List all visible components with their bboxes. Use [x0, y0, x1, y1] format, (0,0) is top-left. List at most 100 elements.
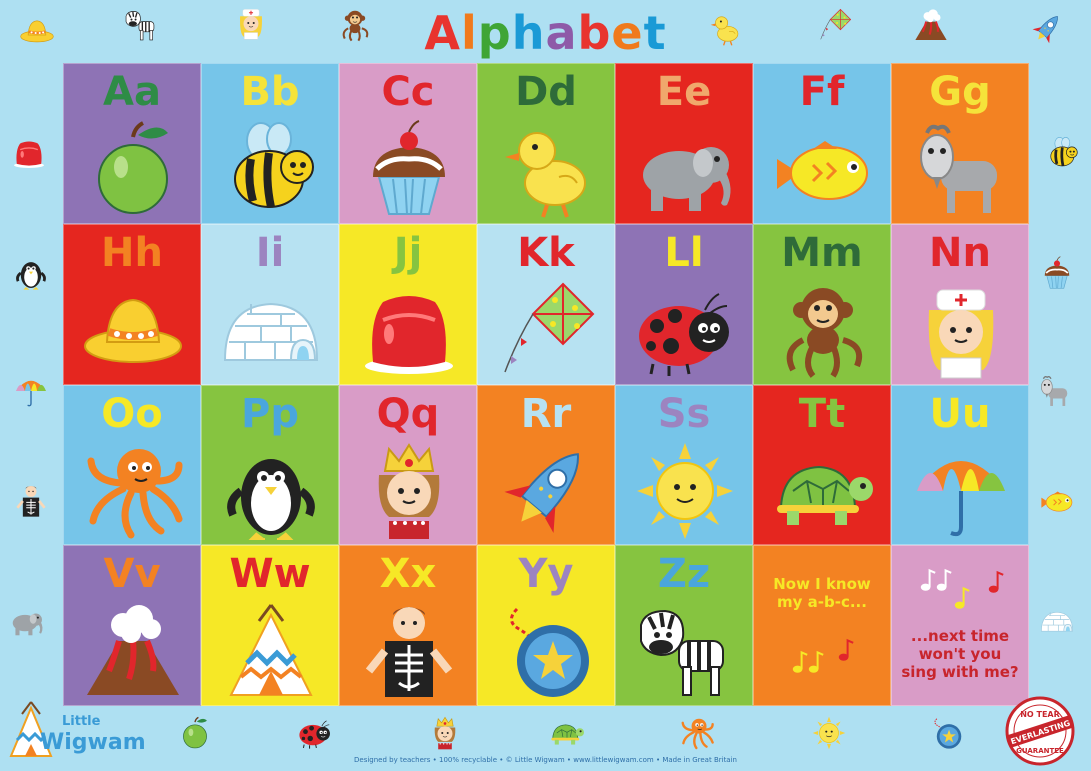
letter-label: Dd [515, 69, 577, 115]
wigwam-icon [221, 601, 321, 701]
letter-label: Rr [520, 390, 572, 437]
jelly-icon [12, 136, 46, 170]
letter-card-j: Jj [339, 223, 477, 385]
letter-card-b: Bb [201, 63, 339, 224]
letter-label: Ww [229, 551, 311, 598]
music-note-icon [954, 586, 970, 614]
bee-icon [221, 119, 321, 219]
letter-card-s: Ss [615, 384, 753, 546]
umbrella-icon [911, 441, 1011, 541]
umbrella-icon [14, 374, 48, 408]
yoyo-icon [930, 716, 964, 750]
title-letter: a [545, 6, 578, 60]
letter-label: Yy [518, 551, 574, 598]
elephant-icon [10, 604, 44, 638]
music-note-icon [920, 568, 952, 596]
title-letter: b [577, 6, 612, 60]
letter-label: Mm [781, 229, 863, 276]
duck-icon [708, 12, 742, 46]
letter-card-r: Rr [477, 384, 615, 546]
turtle-icon [550, 716, 584, 750]
letter-label: Vv [103, 551, 161, 598]
monkey-icon [338, 8, 372, 42]
letter-card-e: Ee [615, 63, 753, 224]
letter-label: Pp [241, 390, 299, 437]
letter-label: Xx [379, 551, 437, 598]
title-letter: p [477, 6, 512, 60]
music-note-icon [792, 650, 824, 678]
letter-card-f: Ff [753, 63, 891, 224]
letter-label: Cc [381, 69, 435, 115]
penguin-icon [14, 256, 48, 290]
letter-label: Kk [517, 229, 575, 276]
logo-line-2: Wigwam [40, 730, 146, 755]
x-ray-icon [359, 601, 459, 701]
letter-label: Uu [929, 390, 991, 437]
letter-card-v: Vv [63, 545, 201, 706]
octopus-icon [83, 441, 183, 541]
kite-icon [818, 8, 852, 42]
letter-card-h: Hh [63, 223, 201, 385]
title-letter: e [611, 6, 644, 60]
letter-label: Bb [240, 69, 300, 115]
cupcake-icon [1040, 256, 1074, 290]
song-line: ...next time [910, 627, 1010, 646]
ladybird-icon [635, 280, 735, 380]
song-line: won't you [918, 645, 1002, 664]
song-line: Now I know [773, 575, 871, 594]
queen-icon [359, 441, 459, 541]
letter-label: Ff [799, 69, 845, 115]
hat-icon [83, 280, 183, 380]
music-note-icon [838, 638, 854, 666]
title-letter: l [460, 6, 478, 60]
footer-text: Designed by teachers • 100% recyclable •… [354, 756, 737, 764]
badge-bottom: GUARANTEE [1016, 747, 1064, 755]
zebra-icon [635, 601, 735, 701]
letter-label: Ss [657, 390, 711, 437]
letter-card-p: Pp [201, 384, 339, 546]
rocket-icon [1030, 12, 1064, 46]
letter-label: Gg [929, 69, 991, 115]
duck-icon [497, 119, 597, 219]
logo-line-1: Little [62, 714, 101, 729]
letter-label: Tt [798, 390, 846, 437]
letter-label: Aa [103, 69, 161, 115]
penguin-icon [221, 441, 321, 541]
letter-card-i: Ii [201, 223, 339, 385]
ladybird-icon [298, 716, 332, 750]
letter-label: Ee [656, 69, 712, 115]
letter-label: Zz [657, 551, 711, 598]
goat-icon [1038, 374, 1072, 408]
yoyo-icon [497, 601, 597, 701]
badge-top: NO TEAR [1020, 710, 1060, 719]
letter-card-z: Zz [615, 545, 753, 706]
fish-icon [773, 119, 873, 219]
bee-icon [1046, 136, 1080, 170]
letter-card-o: Oo [63, 384, 201, 546]
jelly-icon [359, 280, 459, 380]
zebra-icon [124, 8, 158, 42]
title-letter: A [424, 6, 461, 60]
fish-icon [1040, 484, 1074, 518]
letter-card-t: Tt [753, 384, 891, 546]
letter-label: Jj [393, 229, 423, 276]
nurse-icon [911, 280, 1011, 380]
alphabet-grid: Aa Bb Cc Dd Ee Ff Gg Hh Ii Jj Kk Ll Mm Nn Oo Pp Qq Rr Ss Tt… [63, 63, 1029, 706]
letter-card-w: Ww [201, 545, 339, 706]
letter-card-x: Xx [339, 545, 477, 706]
igloo-icon [1040, 604, 1074, 638]
letter-label: Ll [664, 229, 704, 276]
song-card-2: ...next time won't you sing with me? [891, 545, 1029, 706]
sun-icon [635, 441, 735, 541]
monkey-icon [773, 280, 873, 380]
letter-label: Qq [376, 390, 440, 437]
elephant-icon [635, 119, 735, 219]
goat-icon [911, 119, 1011, 219]
queen-icon [428, 716, 462, 750]
letter-card-d: Dd [477, 63, 615, 224]
letter-card-y: Yy [477, 545, 615, 706]
letter-card-l: Ll [615, 223, 753, 385]
letter-card-k: Kk [477, 223, 615, 385]
title-letter: t [643, 6, 667, 60]
letter-card-u: Uu [891, 384, 1029, 546]
